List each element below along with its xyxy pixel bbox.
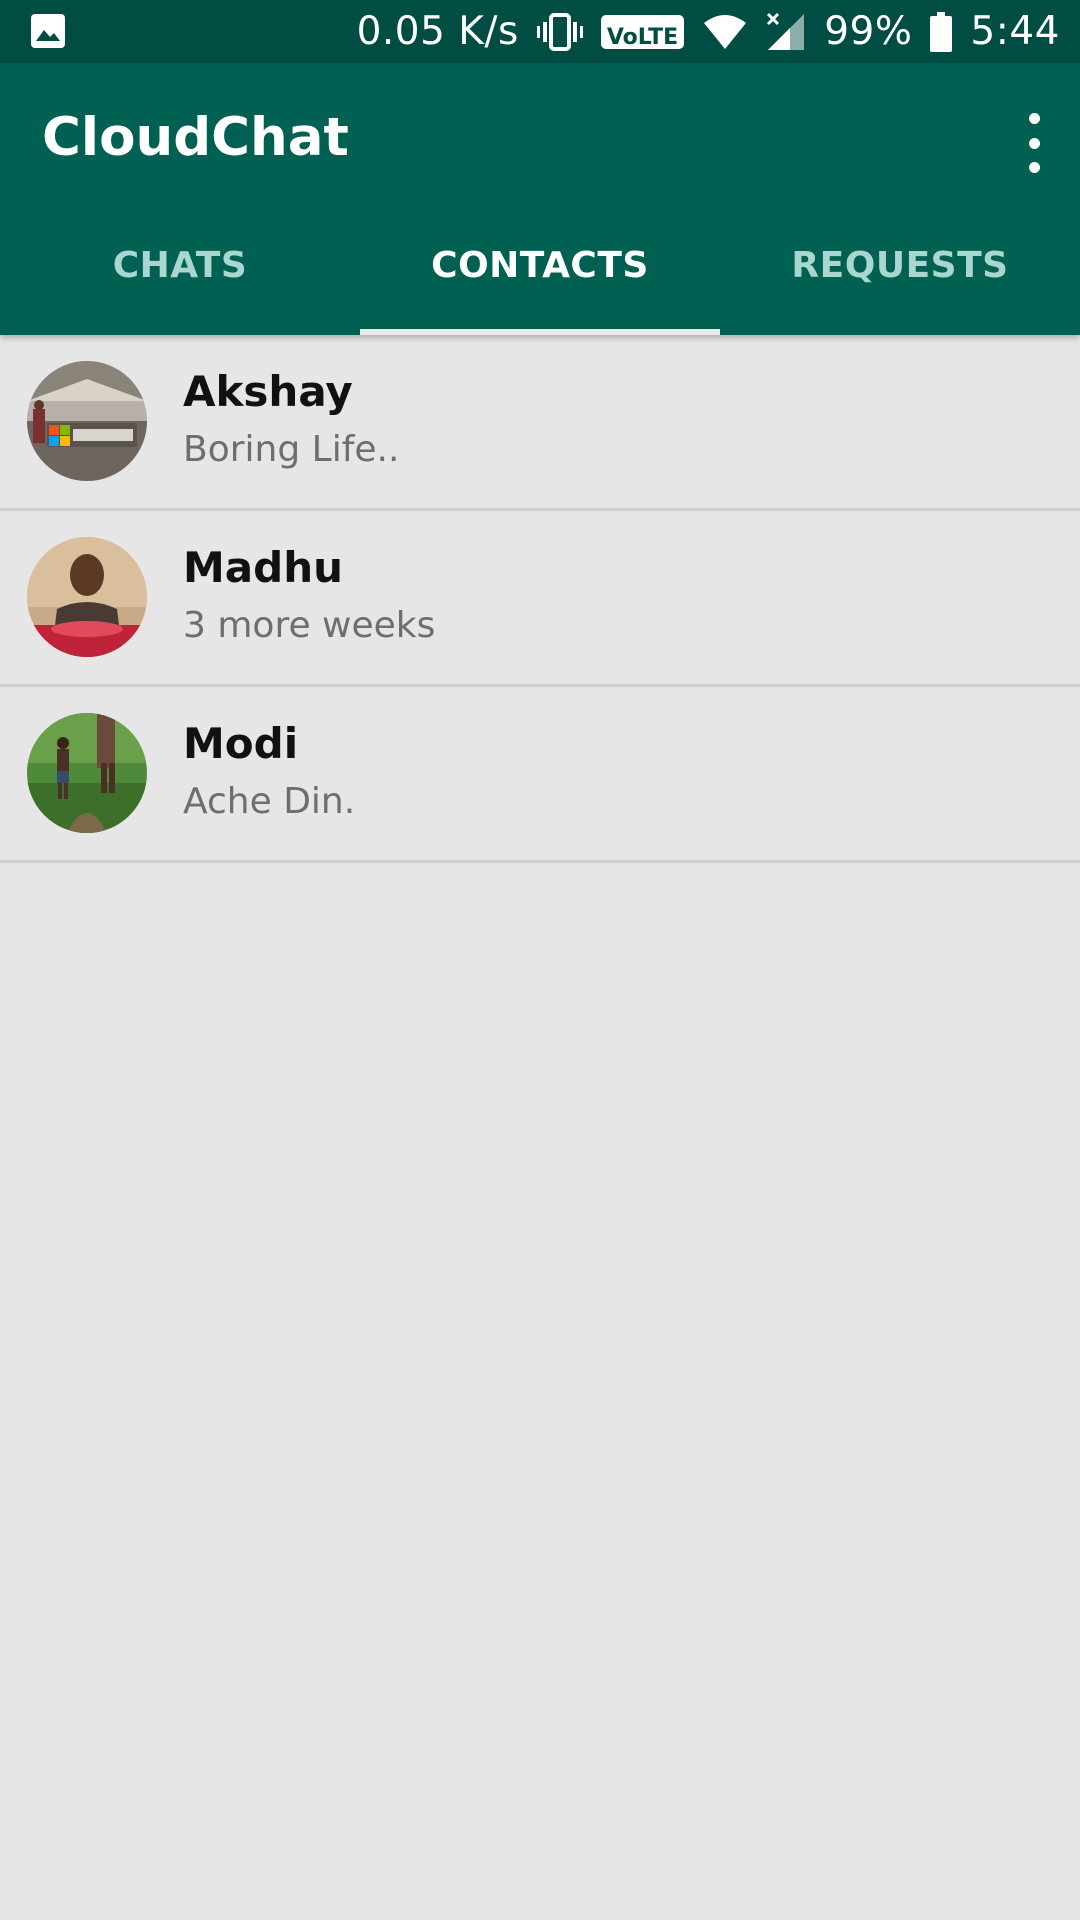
image-notification-icon: [30, 13, 66, 49]
app-title: CloudChat: [42, 107, 349, 168]
wifi-icon: [702, 13, 748, 51]
avatar: [27, 361, 147, 481]
battery-icon: [930, 11, 953, 52]
tab-bar: CHATS CONTACTS REQUESTS: [0, 207, 1080, 335]
contact-item[interactable]: Akshay Boring Life..: [0, 335, 1080, 511]
contact-status: Ache Din.: [183, 781, 356, 822]
tab-requests[interactable]: REQUESTS: [720, 207, 1080, 335]
contact-status: 3 more weeks: [183, 605, 436, 646]
contact-name: Madhu: [183, 543, 344, 592]
avatar: [27, 537, 147, 657]
contact-name: Modi: [183, 719, 299, 768]
contact-item[interactable]: Modi Ache Din.: [0, 687, 1080, 863]
tab-contacts[interactable]: CONTACTS: [360, 207, 720, 335]
contact-name: Akshay: [183, 367, 353, 416]
vibrate-icon: [536, 12, 583, 52]
network-speed: 0.05 K/s: [356, 9, 519, 54]
volte-icon: VoLTE: [600, 14, 685, 50]
tab-chats[interactable]: CHATS: [0, 207, 360, 335]
avatar: [27, 713, 147, 833]
status-bar: 0.05 K/s VoLTE 99% 5:44: [0, 0, 1080, 63]
app-bar: CloudChat CHATS CONTACTS REQUESTS: [0, 63, 1080, 335]
more-vert-icon[interactable]: [1016, 113, 1052, 173]
contact-list: Akshay Boring Life.. Madhu 3 more weeks: [0, 335, 1080, 863]
clock: 5:44: [970, 9, 1060, 54]
contact-item[interactable]: Madhu 3 more weeks: [0, 511, 1080, 687]
battery-percent: 99%: [824, 9, 913, 54]
signal-icon: [766, 12, 806, 52]
contact-status: Boring Life..: [183, 429, 400, 470]
